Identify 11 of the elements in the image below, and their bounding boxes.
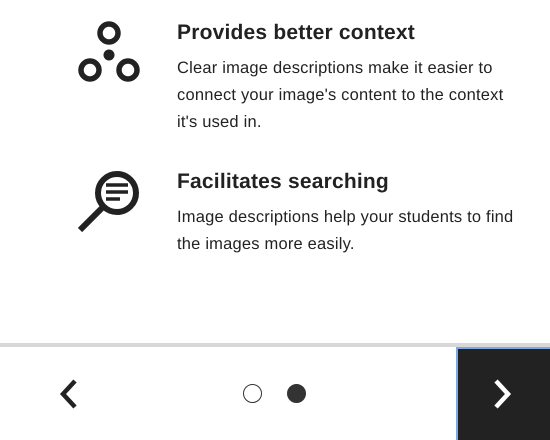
feature-description: Clear image descriptions make it easier to connect your image's content to the context it's used in. [177, 58, 504, 133]
page-dot[interactable] [242, 384, 262, 403]
search-icon [76, 169, 142, 235]
chevron-right-icon [493, 378, 513, 410]
chevron-left-icon [58, 378, 78, 410]
feature-title: Facilitates searching [177, 169, 390, 195]
page-dot[interactable] [286, 384, 306, 403]
network-icon [76, 20, 140, 84]
feature-description: Image descriptions help your students to find the images more easily. [177, 207, 514, 255]
next-button[interactable] [456, 347, 550, 440]
feature-title: Provides better context [177, 20, 416, 46]
